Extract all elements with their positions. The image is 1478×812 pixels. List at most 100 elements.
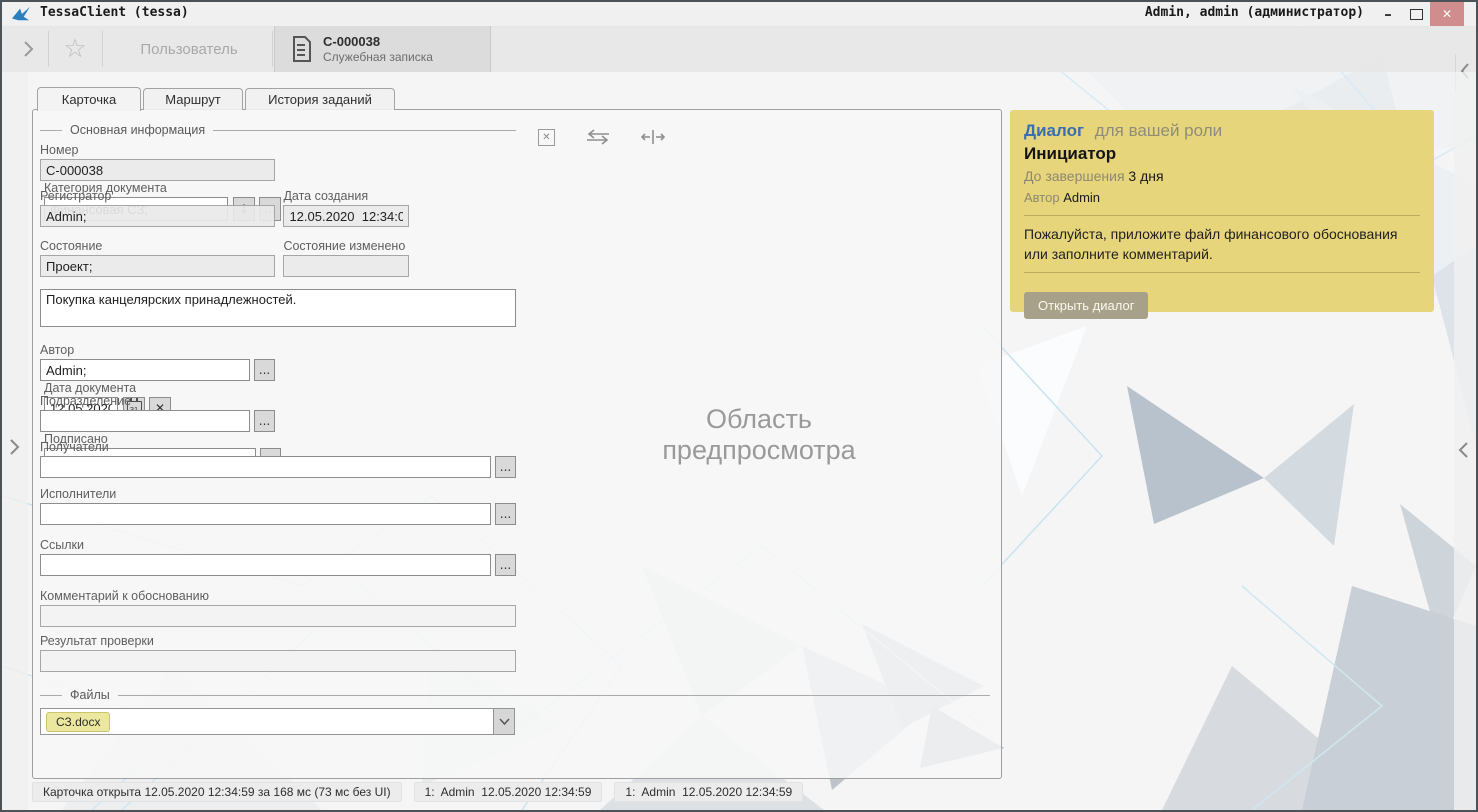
performers-label: Исполнители bbox=[40, 487, 516, 501]
state-changed-field[interactable] bbox=[283, 255, 409, 277]
form-row: Комментарий к обоснованию bbox=[40, 589, 516, 627]
ellipsis-icon: ... bbox=[259, 364, 270, 376]
chevron-left-icon bbox=[1457, 440, 1470, 460]
created-date-label: Дата создания bbox=[283, 189, 409, 203]
page-tab-label: История заданий bbox=[268, 92, 372, 107]
registrar-field[interactable] bbox=[40, 205, 275, 227]
tab-document-text: С-000038 Служебная записка bbox=[323, 34, 433, 64]
tab-document-number: С-000038 bbox=[323, 34, 433, 50]
group-files: Файлы bbox=[40, 688, 990, 702]
links-field[interactable] bbox=[40, 554, 491, 576]
tab-strip-separator bbox=[272, 31, 273, 67]
app-window: TessaClient (tessa) Admin, admin (админи… bbox=[0, 0, 1478, 812]
tab-user-label: Пользователь bbox=[140, 41, 237, 58]
current-user-label: Admin, admin (администратор) bbox=[1145, 5, 1364, 20]
deadline-label: До завершения bbox=[1024, 168, 1125, 184]
dialog-author-label: Автор bbox=[1024, 190, 1060, 205]
ellipsis-icon: ... bbox=[259, 415, 270, 427]
title-bar: TessaClient (tessa) Admin, admin (админи… bbox=[2, 2, 1476, 27]
preview-close-button[interactable]: ✕ bbox=[538, 129, 555, 146]
preview-split-button[interactable] bbox=[641, 128, 665, 146]
dialog-message: Пожалуйста, приложите файл финансового о… bbox=[1024, 224, 1420, 264]
form-row: Результат проверки bbox=[40, 634, 516, 672]
maximize-icon bbox=[1410, 9, 1423, 20]
right-panel-toggle[interactable] bbox=[1457, 440, 1470, 465]
form-row: Ссылки ... bbox=[40, 538, 516, 576]
maximize-button[interactable] bbox=[1402, 2, 1430, 26]
department-label: Подразделение bbox=[40, 394, 275, 408]
doc-date-label: Дата документа bbox=[44, 381, 281, 395]
preview-swap-button[interactable] bbox=[585, 129, 611, 145]
main-tab-strip: ☆ Пользователь С-000038 Служебная записк… bbox=[2, 26, 1476, 72]
ellipsis-icon: ... bbox=[500, 461, 511, 473]
tab-strip-separator bbox=[102, 31, 103, 67]
performers-ellipsis-button[interactable]: ... bbox=[495, 503, 516, 525]
tessa-logo-icon bbox=[11, 5, 31, 23]
file-item[interactable]: СЗ.docx bbox=[46, 712, 110, 732]
document-icon bbox=[291, 35, 313, 63]
recipients-field[interactable] bbox=[40, 456, 491, 478]
group-main-info: Основная информация bbox=[40, 123, 516, 137]
dialog-title-row: Диалог для вашей роли bbox=[1024, 120, 1420, 142]
author-field[interactable] bbox=[40, 359, 250, 381]
recipients-label: Получатели bbox=[40, 440, 516, 454]
page-tab-label: Карточка bbox=[62, 92, 116, 107]
form-row: Покупка канцелярских принадлежностей. bbox=[40, 289, 516, 332]
split-horizontal-icon bbox=[641, 128, 665, 146]
dialog-deadline-row: До завершения 3 дня bbox=[1024, 167, 1420, 186]
favorites-button[interactable]: ☆ bbox=[50, 26, 100, 72]
number-field[interactable] bbox=[40, 159, 275, 181]
left-rail bbox=[2, 72, 28, 810]
number-label: Номер bbox=[40, 143, 275, 157]
department-field[interactable] bbox=[40, 410, 250, 432]
close-button[interactable]: ✕ bbox=[1430, 2, 1464, 26]
page-tab-card[interactable]: Карточка bbox=[37, 87, 141, 111]
registrar-label: Регистратор bbox=[40, 189, 275, 203]
dialog-author-row: Автор Admin bbox=[1024, 188, 1420, 207]
divider bbox=[1024, 272, 1420, 273]
form-row: Получатели ... bbox=[40, 440, 516, 478]
group-files-label: Файлы bbox=[70, 688, 110, 702]
minimize-icon: – bbox=[1384, 5, 1392, 23]
preview-placeholder: Область предпросмотра bbox=[607, 404, 911, 466]
form-row: Исполнители ... bbox=[40, 487, 516, 525]
file-list-dropdown-button[interactable] bbox=[493, 709, 514, 734]
close-icon: ✕ bbox=[1442, 7, 1452, 21]
left-panel-toggle[interactable] bbox=[8, 437, 21, 462]
links-label: Ссылки bbox=[40, 538, 516, 552]
form-row: Регистратор Дата создания bbox=[40, 189, 516, 227]
tab-document[interactable]: С-000038 Служебная записка bbox=[274, 26, 491, 72]
state-label: Состояние bbox=[40, 239, 275, 253]
page-tab-label: Маршрут bbox=[165, 92, 220, 107]
status-task-2: 1: Admin 12.05.2020 12:34:59 bbox=[614, 782, 803, 802]
preview-toolbar: ✕ bbox=[538, 128, 665, 146]
divider bbox=[1024, 215, 1420, 216]
chevron-down-icon bbox=[499, 718, 510, 725]
ellipsis-icon: ... bbox=[500, 508, 511, 520]
comment-field[interactable] bbox=[40, 605, 516, 627]
page-tab-task-history[interactable]: История заданий bbox=[245, 88, 395, 110]
state-field[interactable] bbox=[40, 255, 275, 277]
state-changed-label: Состояние изменено bbox=[283, 239, 409, 253]
department-ellipsis-button[interactable]: ... bbox=[254, 410, 275, 432]
page-tab-route[interactable]: Маршрут bbox=[143, 88, 243, 110]
dialog-author-value: Admin bbox=[1063, 190, 1100, 205]
group-main-info-label: Основная информация bbox=[70, 123, 205, 137]
check-result-field[interactable] bbox=[40, 650, 516, 672]
created-date-field[interactable] bbox=[283, 205, 409, 227]
status-bar: Карточка открыта 12.05.2020 12:34:59 за … bbox=[32, 782, 803, 802]
author-ellipsis-button[interactable]: ... bbox=[254, 359, 275, 381]
open-dialog-button[interactable]: Открыть диалог bbox=[1024, 292, 1148, 319]
tab-user[interactable]: Пользователь bbox=[106, 26, 272, 72]
performers-field[interactable] bbox=[40, 503, 491, 525]
dialog-role: Инициатор bbox=[1024, 143, 1420, 165]
deadline-value: 3 дня bbox=[1128, 168, 1163, 184]
right-rail bbox=[1454, 72, 1476, 810]
recipients-ellipsis-button[interactable]: ... bbox=[495, 456, 516, 478]
form-row: Состояние Состояние изменено bbox=[40, 239, 516, 277]
minimize-button[interactable]: – bbox=[1374, 2, 1402, 26]
subject-field[interactable]: Покупка канцелярских принадлежностей. bbox=[40, 289, 516, 327]
author-label: Автор bbox=[40, 343, 275, 357]
tab-menu-button[interactable] bbox=[10, 26, 46, 72]
links-ellipsis-button[interactable]: ... bbox=[495, 554, 516, 576]
